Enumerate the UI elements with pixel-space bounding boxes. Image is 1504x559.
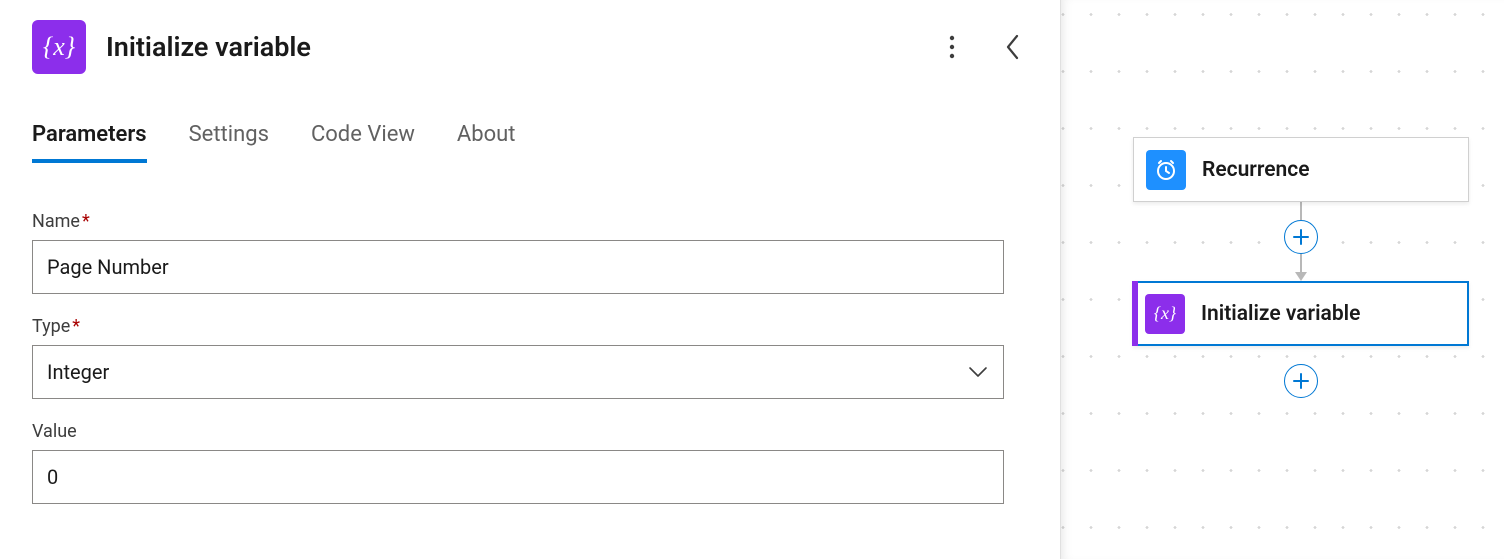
field-type: Type* Integer [32,316,1028,399]
type-select[interactable]: Integer [32,345,1004,399]
action-title: Initialize variable [1201,302,1360,326]
tab-parameters[interactable]: Parameters [32,122,147,163]
collapse-button[interactable] [996,31,1028,63]
trigger-title: Recurrence [1202,158,1310,182]
arrow-down-icon [1295,272,1307,281]
type-label: Type* [32,316,1028,337]
value-input[interactable] [32,450,1004,504]
required-indicator: * [72,316,80,337]
connector-line [1300,254,1302,272]
field-value: Value [32,421,1028,504]
flow-canvas[interactable]: Recurrence {x} Initialize variable [1060,0,1504,559]
value-label: Value [32,421,1028,442]
add-step-button[interactable] [1284,364,1318,398]
header-actions [936,31,1028,63]
tabs: Parameters Settings Code View About [32,122,1028,163]
tab-codeview[interactable]: Code View [311,122,415,163]
tab-settings[interactable]: Settings [189,122,269,163]
more-options-button[interactable] [936,31,968,63]
field-name: Name* [32,211,1028,294]
required-indicator: * [82,211,90,232]
chevron-left-icon [1005,34,1019,60]
name-input[interactable] [32,240,1004,294]
flow-card-action[interactable]: {x} Initialize variable [1133,281,1469,346]
connector-line [1300,202,1302,220]
action-config-panel: {x} Initialize variable Parameters Setti… [0,0,1060,559]
type-select-wrapper: Integer [32,345,1004,399]
add-step-button[interactable] [1284,220,1318,254]
header-title-group: {x} Initialize variable [32,20,311,74]
plus-icon [1292,228,1310,246]
tab-about[interactable]: About [457,122,516,163]
more-vertical-icon [949,35,955,59]
panel-header: {x} Initialize variable [32,20,1028,74]
flow-card-trigger[interactable]: Recurrence [1133,137,1469,202]
connector-1 [1284,202,1318,281]
variable-icon: {x} [32,20,86,74]
panel-title: Initialize variable [106,31,311,63]
variable-icon: {x} [1145,294,1185,334]
name-label: Name* [32,211,1028,232]
clock-icon [1146,150,1186,190]
plus-icon [1292,372,1310,390]
flow-container: Recurrence {x} Initialize variable [1133,137,1469,398]
